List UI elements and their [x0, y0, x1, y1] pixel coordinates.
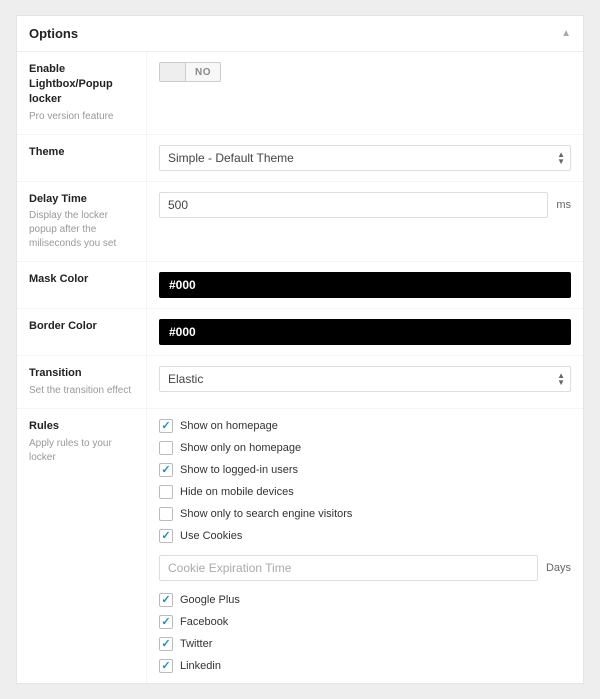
social-label: Google Plus — [180, 594, 240, 606]
hint-transition: Set the transition effect — [29, 384, 136, 398]
rule-checkbox[interactable] — [159, 529, 173, 543]
delay-input[interactable] — [159, 192, 548, 218]
social-checkbox[interactable] — [159, 615, 173, 629]
rule-checkbox[interactable] — [159, 463, 173, 477]
row-mask-color: Mask Color — [17, 262, 583, 309]
theme-select-wrap: ▲▼ — [159, 145, 571, 171]
rule-label: Use Cookies — [180, 530, 242, 542]
hint-delay: Display the locker popup after the milis… — [29, 209, 136, 251]
toggle-state: NO — [186, 63, 220, 81]
socials-checklist: Google Plus Facebook Twitter Linkedin — [159, 593, 571, 673]
label-theme: Theme — [29, 145, 136, 160]
hint-enable: Pro version feature — [29, 110, 136, 124]
options-panel: Options ▲ Enable Lightbox/Popup locker P… — [16, 15, 584, 684]
panel-header: Options ▲ — [17, 16, 583, 52]
collapse-toggle-icon[interactable]: ▲ — [561, 28, 571, 39]
row-border-color: Border Color — [17, 309, 583, 356]
delay-unit: ms — [556, 199, 571, 211]
rule-label: Show to logged-in users — [180, 464, 298, 476]
row-delay: Delay Time Display the locker popup afte… — [17, 182, 583, 263]
social-row[interactable]: Facebook — [159, 615, 571, 629]
rule-label: Show only on homepage — [180, 442, 301, 454]
toggle-knob — [160, 63, 186, 81]
rule-row[interactable]: Show only on homepage — [159, 441, 571, 455]
rule-label: Hide on mobile devices — [180, 486, 294, 498]
rule-label: Show only to search engine visitors — [180, 508, 352, 520]
cookie-unit: Days — [546, 562, 571, 574]
panel-title: Options — [29, 26, 78, 41]
social-label: Twitter — [180, 638, 212, 650]
social-row[interactable]: Twitter — [159, 637, 571, 651]
rule-row[interactable]: Use Cookies — [159, 529, 571, 543]
label-enable: Enable Lightbox/Popup locker — [29, 62, 136, 107]
rule-checkbox[interactable] — [159, 485, 173, 499]
enable-toggle[interactable]: NO — [159, 62, 221, 82]
transition-select-wrap: ▲▼ — [159, 366, 571, 392]
rule-row[interactable]: Show to logged-in users — [159, 463, 571, 477]
label-border-color: Border Color — [29, 319, 136, 334]
rule-row[interactable]: Hide on mobile devices — [159, 485, 571, 499]
cookie-expiration-input[interactable] — [159, 555, 538, 581]
social-label: Facebook — [180, 616, 228, 628]
row-rules: Rules Apply rules to your locker Show on… — [17, 409, 583, 683]
rule-checkbox[interactable] — [159, 507, 173, 521]
hint-rules: Apply rules to your locker — [29, 437, 136, 465]
row-enable: Enable Lightbox/Popup locker Pro version… — [17, 52, 583, 135]
transition-select[interactable] — [159, 366, 571, 392]
rule-checkbox[interactable] — [159, 419, 173, 433]
social-checkbox[interactable] — [159, 637, 173, 651]
label-mask-color: Mask Color — [29, 272, 136, 287]
rule-label: Show on homepage — [180, 420, 278, 432]
border-color-input[interactable] — [159, 319, 571, 345]
label-rules: Rules — [29, 419, 136, 434]
social-row[interactable]: Linkedin — [159, 659, 571, 673]
social-row[interactable]: Google Plus — [159, 593, 571, 607]
social-checkbox[interactable] — [159, 659, 173, 673]
social-label: Linkedin — [180, 660, 221, 672]
mask-color-input[interactable] — [159, 272, 571, 298]
social-checkbox[interactable] — [159, 593, 173, 607]
row-theme: Theme ▲▼ — [17, 135, 583, 182]
rules-checklist: Show on homepage Show only on homepage Sho… — [159, 419, 571, 543]
rule-checkbox[interactable] — [159, 441, 173, 455]
theme-select[interactable] — [159, 145, 571, 171]
rule-row[interactable]: Show only to search engine visitors — [159, 507, 571, 521]
rule-row[interactable]: Show on homepage — [159, 419, 571, 433]
row-transition: Transition Set the transition effect ▲▼ — [17, 356, 583, 409]
label-delay: Delay Time — [29, 192, 136, 207]
label-transition: Transition — [29, 366, 136, 381]
